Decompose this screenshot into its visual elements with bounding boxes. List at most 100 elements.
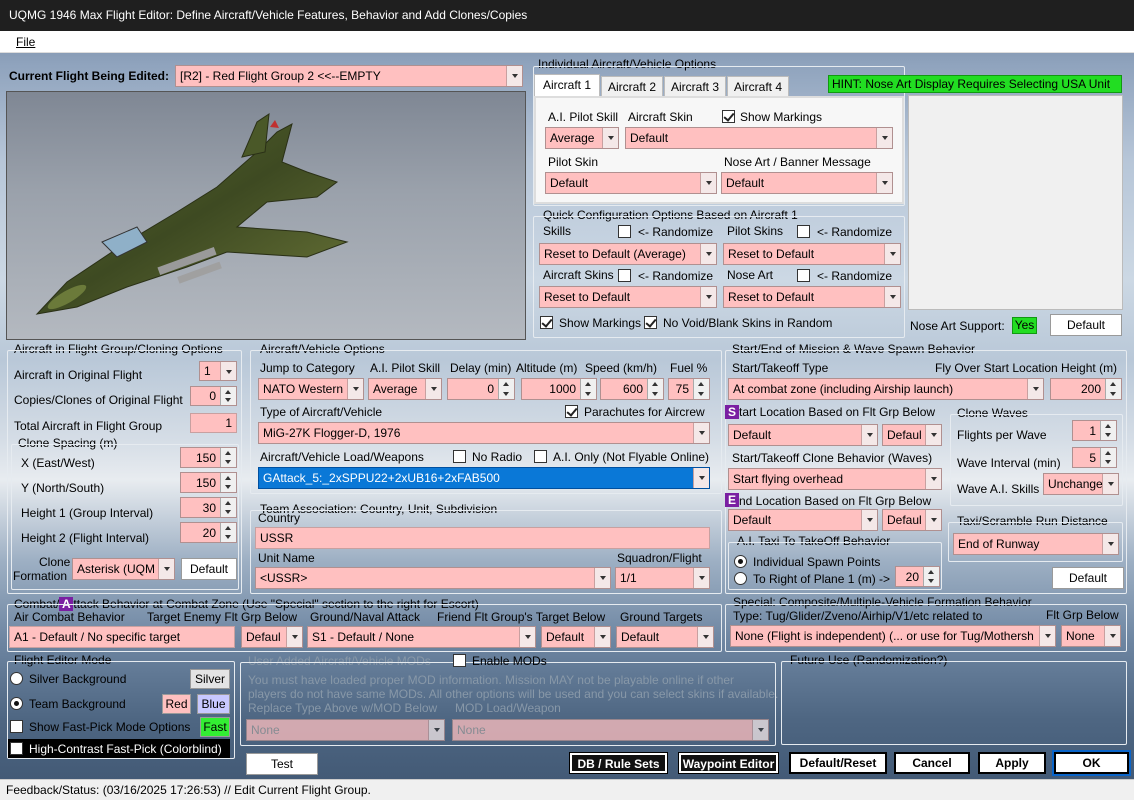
start-location-select[interactable]: Default (728, 424, 878, 446)
ok-button[interactable]: OK (1052, 750, 1131, 776)
ground-attack-select[interactable]: S1 - Default / None (307, 626, 536, 648)
tab-aircraft-3[interactable]: Aircraft 3 (664, 76, 726, 96)
silver-bg-radio[interactable] (10, 672, 23, 685)
chevron-down-icon[interactable] (1027, 379, 1043, 399)
blue-button[interactable]: Blue (197, 694, 230, 714)
y-spacing-input[interactable]: 150 (180, 472, 237, 493)
fast-pick-checkbox[interactable] (10, 720, 23, 733)
fuel-input[interactable]: 75 (668, 378, 710, 400)
apply-button[interactable]: Apply (978, 752, 1046, 774)
spinner-icon[interactable] (220, 523, 236, 542)
cancel-button[interactable]: Cancel (894, 752, 970, 774)
parachutes-checkbox[interactable] (565, 405, 578, 418)
taxi-run-select[interactable]: End of Runway (953, 533, 1119, 555)
pilot-skin-select[interactable]: Default (545, 172, 717, 194)
spinner-icon[interactable] (220, 448, 236, 467)
spinner-icon[interactable] (220, 387, 236, 405)
copies-input[interactable]: 0 (190, 386, 237, 406)
chevron-down-icon[interactable] (861, 425, 877, 445)
fly-over-input[interactable]: 200 (1050, 378, 1122, 400)
flights-per-wave-input[interactable]: 1 (1072, 420, 1117, 441)
vehicle-skill-select[interactable]: Average (368, 378, 442, 400)
spinner-icon[interactable] (923, 567, 939, 586)
quick-show-markings-checkbox[interactable] (540, 316, 553, 329)
chevron-down-icon[interactable] (594, 568, 610, 588)
test-button[interactable]: Test (246, 753, 318, 775)
chevron-down-icon[interactable] (861, 510, 877, 530)
tab-aircraft-1[interactable]: Aircraft 1 (534, 74, 600, 96)
right-of-plane-radio[interactable] (734, 572, 747, 585)
in-original-select[interactable]: 1 (199, 361, 237, 381)
nose-art-quick-select[interactable]: Reset to Default (723, 286, 901, 308)
jump-select[interactable]: NATO Western (258, 378, 364, 400)
chevron-down-icon[interactable] (700, 173, 716, 193)
chevron-down-icon[interactable] (925, 469, 941, 489)
load-select[interactable]: GAttack_5:_2xSPPU22+2xUB16+2xFAB500 (258, 467, 710, 489)
chevron-down-icon[interactable] (697, 627, 713, 647)
chevron-down-icon[interactable] (506, 66, 522, 86)
chevron-down-icon[interactable] (347, 379, 363, 399)
chevron-down-icon[interactable] (884, 244, 900, 264)
chevron-down-icon[interactable] (876, 173, 892, 193)
clone-behavior-select[interactable]: Start flying overhead (728, 468, 942, 490)
chevron-down-icon[interactable] (220, 362, 236, 380)
chevron-down-icon[interactable] (425, 379, 441, 399)
team-bg-radio[interactable] (10, 697, 23, 710)
skills-select[interactable]: Reset to Default (Average) (539, 243, 717, 265)
chevron-down-icon[interactable] (925, 510, 941, 530)
fast-button[interactable]: Fast (200, 717, 230, 737)
delay-input[interactable]: 0 (447, 378, 515, 400)
show-markings-checkbox[interactable] (722, 110, 735, 123)
chevron-down-icon[interactable] (286, 627, 302, 647)
chevron-down-icon[interactable] (158, 559, 174, 579)
chevron-down-icon[interactable] (925, 425, 941, 445)
nose-art-randomize-checkbox[interactable] (797, 269, 810, 282)
right-of-plane-input[interactable]: 20 (895, 566, 940, 587)
target-enemy-select[interactable]: Defaul (241, 626, 303, 648)
spinner-icon[interactable] (580, 379, 596, 399)
spinner-icon[interactable] (693, 379, 709, 399)
squadron-select[interactable]: 1/1 (615, 567, 710, 589)
mod-replace-select[interactable]: None (246, 719, 445, 741)
chevron-down-icon[interactable] (1039, 626, 1055, 646)
height2-input[interactable]: 20 (180, 522, 237, 543)
chevron-down-icon[interactable] (519, 627, 535, 647)
x-spacing-input[interactable]: 150 (180, 447, 237, 468)
waypoint-editor-button[interactable]: Waypoint Editor (678, 752, 779, 774)
default-reset-button[interactable]: Default/Reset (789, 752, 887, 774)
pilot-skins-randomize-checkbox[interactable] (797, 225, 810, 238)
altitude-input[interactable]: 1000 (521, 378, 597, 400)
wave-ai-skills-select[interactable]: Unchange (1043, 473, 1119, 495)
chevron-down-icon[interactable] (752, 720, 768, 740)
chevron-down-icon[interactable] (602, 128, 618, 148)
pilot-skins-select[interactable]: Reset to Default (723, 243, 901, 265)
mod-load-select[interactable]: None (452, 719, 769, 741)
red-button[interactable]: Red (162, 694, 191, 714)
high-contrast-checkbox[interactable] (10, 742, 23, 755)
spinner-icon[interactable] (498, 379, 514, 399)
air-combat-select[interactable]: A1 - Default / No specific target (9, 626, 235, 648)
start-location-group-select[interactable]: Defaul (882, 424, 942, 446)
skills-randomize-checkbox[interactable] (618, 225, 631, 238)
tab-aircraft-4[interactable]: Aircraft 4 (727, 76, 789, 96)
spinner-icon[interactable] (1100, 448, 1116, 467)
chevron-down-icon[interactable] (1102, 534, 1118, 554)
nose-art-select[interactable]: Default (721, 172, 893, 194)
end-location-select[interactable]: Default (728, 509, 878, 531)
ground-targets-select[interactable]: Default (616, 626, 714, 648)
enable-mods-checkbox[interactable] (453, 654, 466, 667)
no-radio-checkbox[interactable] (453, 450, 466, 463)
special-flt-select[interactable]: None (1061, 625, 1121, 647)
chevron-down-icon[interactable] (693, 423, 709, 443)
nose-art-default-button[interactable]: Default (1050, 314, 1122, 336)
unit-select[interactable]: <USSR> (255, 567, 611, 589)
chevron-down-icon[interactable] (700, 244, 716, 264)
cloning-default-button[interactable]: Default (181, 558, 237, 580)
chevron-down-icon[interactable] (428, 720, 444, 740)
chevron-down-icon[interactable] (700, 287, 716, 307)
formation-select[interactable]: Asterisk (UQM (72, 558, 175, 580)
menu-file[interactable]: File (16, 35, 35, 49)
spawn-default-button[interactable]: Default (1052, 567, 1124, 589)
current-flight-select[interactable]: [R2] - Red Flight Group 2 <<--EMPTY (175, 65, 523, 87)
spinner-icon[interactable] (1105, 379, 1121, 399)
